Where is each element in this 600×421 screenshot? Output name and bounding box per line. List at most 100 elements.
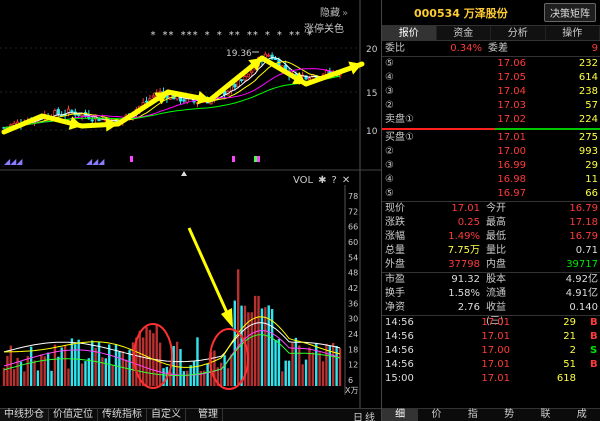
- level-label: 买盘①: [385, 132, 414, 143]
- ask-level[interactable]: ⑤ 17.06 232: [382, 57, 600, 71]
- bid-level[interactable]: ④ 16.98 11: [382, 173, 600, 187]
- quote-value: 4.91亿: [565, 288, 598, 299]
- price-tick-label: 10: [366, 127, 378, 137]
- bid-levels: 买盘① 17.01 275 ② 17.00 993 ③ 16.99 29 ④ 16.98 11 ⑤ 16.…: [382, 131, 600, 201]
- ask-level[interactable]: ④ 17.05 614: [382, 71, 600, 85]
- hide-label[interactable]: 隐藏: [320, 8, 340, 19]
- tab-funds[interactable]: 资金: [437, 26, 491, 40]
- candle-body: [151, 95, 155, 98]
- candle-body: [56, 109, 60, 115]
- tab-manage[interactable]: 管理: [194, 409, 223, 421]
- volume-bar: [318, 352, 321, 386]
- volume-bar: [186, 370, 189, 386]
- volume-bar: [101, 357, 104, 386]
- tab-trend[interactable]: 势: [491, 409, 527, 421]
- level-price: 17.03: [497, 100, 526, 111]
- candle-body: [90, 119, 94, 122]
- candle-body: [267, 54, 271, 57]
- trade-price: 17.01: [481, 373, 510, 384]
- level-volume: 614: [578, 72, 598, 83]
- ask-level[interactable]: ② 17.03 57: [382, 99, 600, 113]
- volume-bar: [274, 339, 277, 386]
- close-icon[interactable]: ✕: [342, 175, 350, 186]
- tab-traditional-indicators[interactable]: 传统指标: [98, 409, 147, 421]
- quote-value: 39717: [566, 259, 598, 270]
- level-label: ⑤: [385, 58, 394, 69]
- level-volume: 232: [578, 58, 598, 69]
- tab-linked[interactable]: 联: [527, 409, 563, 421]
- period-switch: 日 线: [353, 409, 375, 421]
- trade-direction: B: [590, 317, 598, 328]
- candle-body: [144, 100, 149, 103]
- volume-bar: [87, 358, 91, 386]
- volume-bar: [33, 360, 36, 386]
- order-ratio-label: 委比: [385, 43, 405, 54]
- volume-tick-label: 48: [348, 269, 358, 278]
- volume-bar: [124, 359, 128, 386]
- level-label: ③: [385, 160, 394, 171]
- volume-bar: [253, 295, 257, 386]
- trade-direction: B: [590, 331, 598, 342]
- decision-matrix-button[interactable]: 决策矩阵: [544, 3, 596, 22]
- level-price: 17.00: [497, 146, 526, 157]
- kline-chart[interactable]: 20 15 10 * ** *** * * ** ** * * ** * 19.36 ◢◢…: [0, 0, 381, 408]
- volume-bar: [230, 354, 233, 386]
- level-volume: 66: [585, 188, 598, 199]
- quote-label: 市盈: [385, 274, 405, 285]
- signal-marker-icon: [130, 156, 133, 162]
- volume-bar: [29, 346, 33, 386]
- bid-level[interactable]: 买盘① 17.01 275: [382, 131, 600, 145]
- tab-deals[interactable]: 成: [564, 409, 600, 421]
- volume-bar: [220, 362, 223, 386]
- quote-row: 涨幅 1.49% 最低 16.79: [382, 230, 600, 244]
- volume-tick-label: 72: [348, 207, 358, 216]
- volume-bar: [281, 371, 284, 386]
- volume-bar: [267, 305, 270, 386]
- tab-analysis[interactable]: 分析: [491, 26, 546, 40]
- quote-row: 外盘 37798 内盘 39717: [382, 258, 600, 272]
- tab-price[interactable]: 价: [418, 409, 454, 421]
- tab-midline[interactable]: 中线抄仓: [0, 409, 49, 421]
- trade-row: 14:56 17.01 51 B: [382, 358, 600, 372]
- hide-toggle[interactable]: 隐藏»: [320, 4, 348, 19]
- level-volume: 11: [585, 174, 598, 185]
- bid-level[interactable]: ③ 16.99 29: [382, 159, 600, 173]
- level-price: 16.97: [497, 188, 526, 199]
- tab-operation[interactable]: 操作: [546, 26, 600, 40]
- level-label: ⑤: [385, 188, 394, 199]
- volume-bar: [108, 344, 111, 386]
- gear-icon[interactable]: ✱: [318, 175, 326, 186]
- volume-bar: [192, 361, 196, 386]
- ask-level[interactable]: 卖盘① 17.02 224: [382, 113, 600, 127]
- peak-price-label: 19.36: [226, 49, 252, 59]
- bid-level[interactable]: ⑤ 16.97 66: [382, 187, 600, 201]
- help-icon[interactable]: ?: [332, 175, 337, 186]
- kline-chart-area[interactable]: 20 15 10 * ** *** * * ** ** * * ** * 19.36 ◢◢…: [0, 0, 381, 408]
- ask-level[interactable]: ③ 17.04 238: [382, 85, 600, 99]
- level-price: 17.04: [497, 86, 526, 97]
- level-price: 17.01: [497, 132, 526, 143]
- volume-bar: [304, 359, 308, 386]
- quote-label: 换手: [385, 288, 405, 299]
- tab-quote[interactable]: 报价: [382, 26, 437, 40]
- trade-time: 14:56: [385, 359, 414, 370]
- tab-value-positioning[interactable]: 价值定位: [49, 409, 98, 421]
- bid-level[interactable]: ② 17.00 993: [382, 145, 600, 159]
- tick-trades: 14:56 17.01 29 B 14:56 17.01 21 B 14:56 17.00 2 S 14…: [382, 315, 600, 386]
- volume-tick-label: 6: [348, 376, 353, 385]
- volume-tick-label: 18: [348, 345, 358, 354]
- quote-summary: 现价 17.01 今开 16.79 涨跌 0.25 最高 17.18 涨幅 1.49% 最低 16.7…: [382, 201, 600, 272]
- volume-bar: [311, 352, 315, 386]
- tab-detail[interactable]: 细: [382, 409, 419, 421]
- bid-ask-divider: [382, 128, 600, 130]
- volume-bar: [321, 361, 325, 386]
- period-line[interactable]: 线: [365, 409, 375, 421]
- fundamentals: 市盈 91.32 股本 4.92亿 换手 1.58% 流通 4.91亿 净资 2.76 收益(三) 0…: [382, 272, 600, 327]
- double-chevron-right-icon[interactable]: »: [342, 8, 348, 19]
- level-price: 17.06: [497, 58, 526, 69]
- quote-value: 17.18: [569, 217, 598, 228]
- period-day[interactable]: 日: [353, 409, 363, 421]
- tab-index[interactable]: 指: [455, 409, 491, 421]
- vol-indicator-label[interactable]: VOL: [293, 175, 313, 186]
- tab-custom[interactable]: 自定义: [147, 409, 186, 421]
